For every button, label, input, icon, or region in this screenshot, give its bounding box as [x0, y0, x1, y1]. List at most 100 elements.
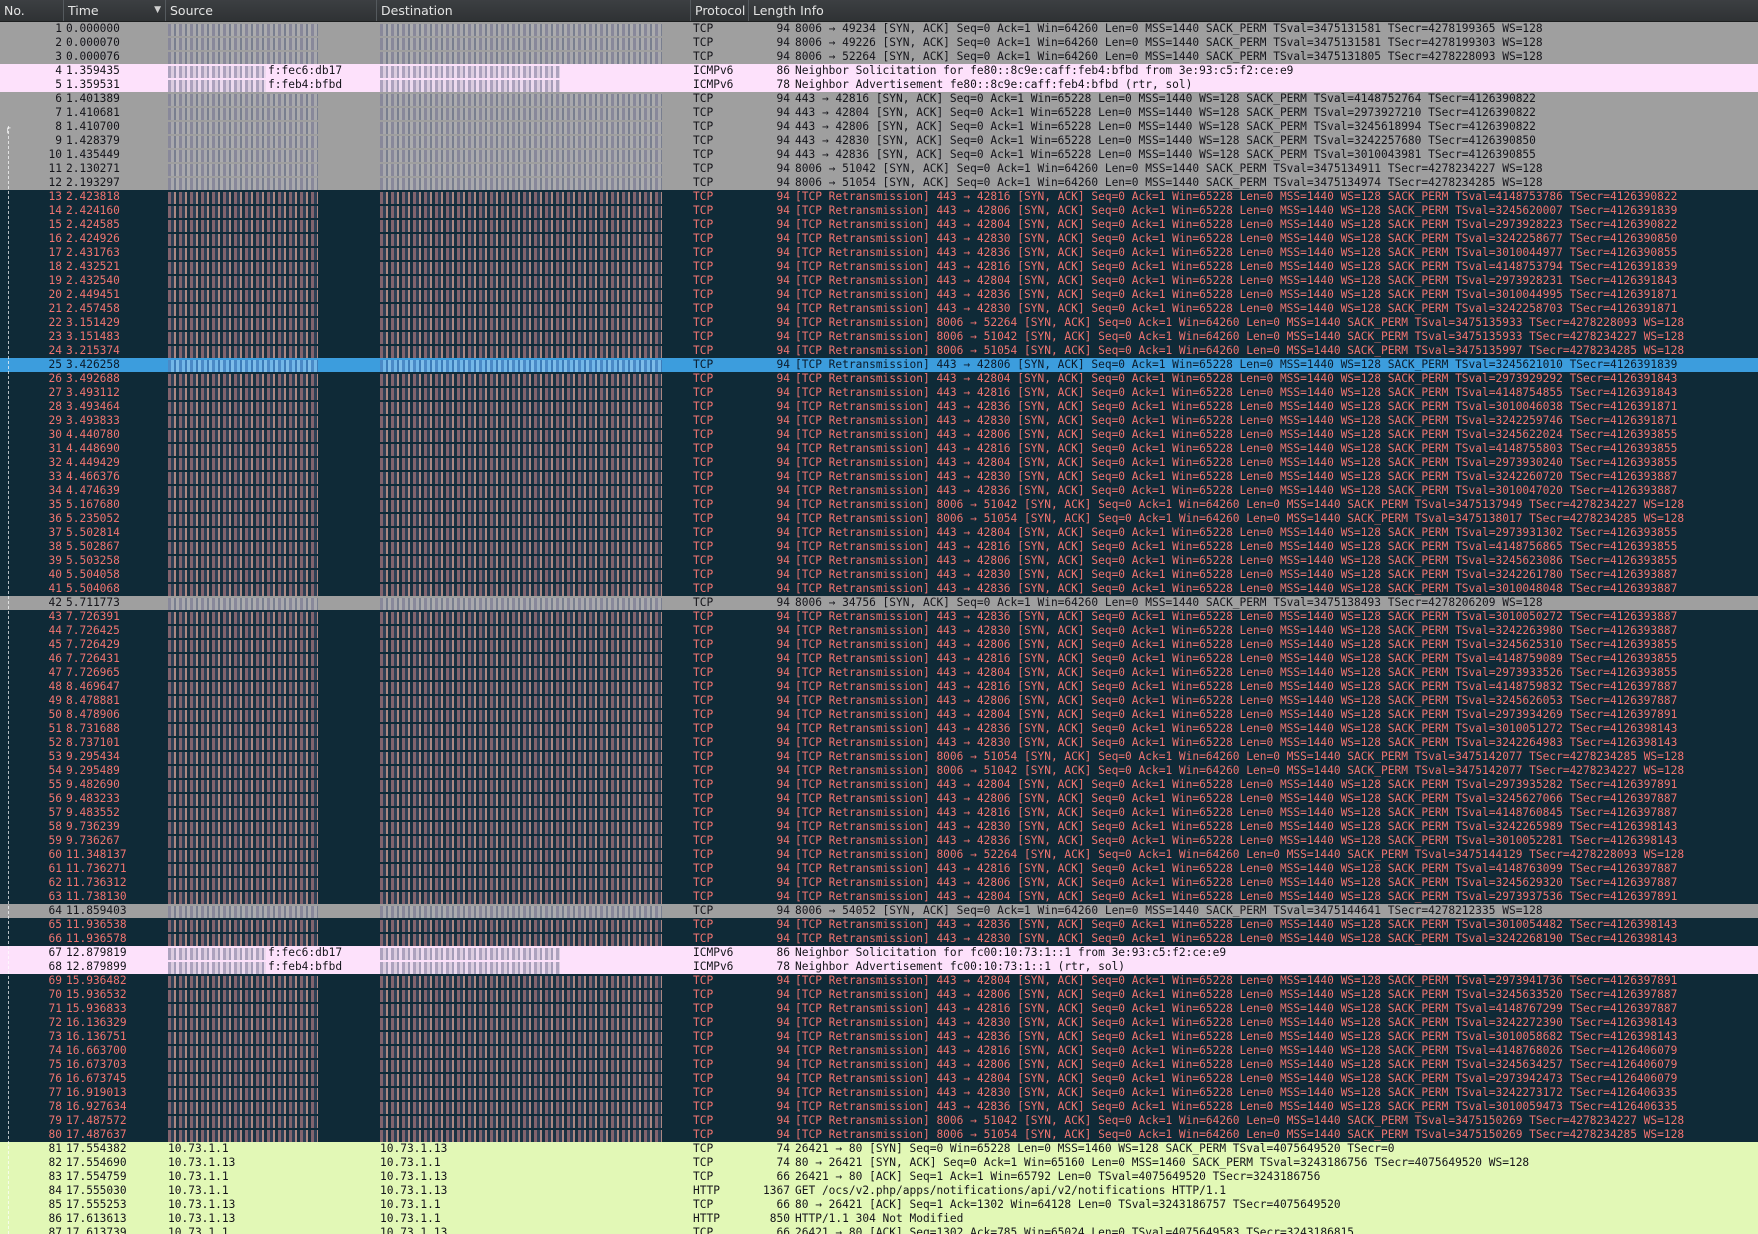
packet-row[interactable]: 15 2.424585 TCP 94 [TCP Retransmission] 443 …	[0, 218, 1758, 232]
packet-row[interactable]: 17 2.431763 TCP 94 [TCP Retransmission] 443 …	[0, 246, 1758, 260]
packet-row[interactable]: 72 16.136329 TCP 94 [TCP Retransmission] 443…	[0, 1016, 1758, 1030]
packet-row[interactable]: 11 2.130271 TCP 94 8006 → 51042 [SYN, ACK] S…	[0, 162, 1758, 176]
packet-row[interactable]: 12 2.193297 TCP 94 8006 → 51054 [SYN, ACK] S…	[0, 176, 1758, 190]
packet-row[interactable]: 69 15.936482 TCP 94 [TCP Retransmission] 443…	[0, 974, 1758, 988]
packet-row[interactable]: 29 3.493833 TCP 94 [TCP Retransmission] 443 …	[0, 414, 1758, 428]
packet-row[interactable]: 83 17.554759 10.73.1.1 10.73.1.13 TCP 66 26421…	[0, 1170, 1758, 1184]
packet-row[interactable]: 47 7.726965 TCP 94 [TCP Retransmission] 443 …	[0, 666, 1758, 680]
packet-row[interactable]: 22 3.151429 TCP 94 [TCP Retransmission] 8006…	[0, 316, 1758, 330]
packet-row[interactable]: 44 7.726425 TCP 94 [TCP Retransmission] 443 …	[0, 624, 1758, 638]
packet-row[interactable]: 87 17.613739 10.73.1.1 10.73.1.13 TCP 66 26421…	[0, 1226, 1758, 1234]
packet-row[interactable]: 74 16.663700 TCP 94 [TCP Retransmission] 443…	[0, 1044, 1758, 1058]
packet-row[interactable]: 75 16.673703 TCP 94 [TCP Retransmission] 443…	[0, 1058, 1758, 1072]
packet-row[interactable]: 56 9.483233 TCP 94 [TCP Retransmission] 443 …	[0, 792, 1758, 806]
packet-row[interactable]: 38 5.502867 TCP 94 [TCP Retransmission] 443 …	[0, 540, 1758, 554]
packet-row[interactable]: 19 2.432540 TCP 94 [TCP Retransmission] 443 …	[0, 274, 1758, 288]
packet-row[interactable]: 35 5.167680 TCP 94 [TCP Retransmission] 8006…	[0, 498, 1758, 512]
packet-row[interactable]: 43 7.726391 TCP 94 [TCP Retransmission] 443 …	[0, 610, 1758, 624]
packet-length: 66	[776, 1226, 790, 1234]
packet-row[interactable]: 84 17.555030 10.73.1.1 10.73.1.13 HTTP 1367 GE…	[0, 1184, 1758, 1198]
packet-row[interactable]: 24 3.215374 TCP 94 [TCP Retransmission] 8006…	[0, 344, 1758, 358]
redacted-address-block	[168, 290, 318, 302]
packet-row[interactable]: 52 8.737101 TCP 94 [TCP Retransmission] 443 …	[0, 736, 1758, 750]
packet-row[interactable]: 30 4.440780 TCP 94 [TCP Retransmission] 443 …	[0, 428, 1758, 442]
packet-row[interactable]: 9 1.428379 TCP 94 443 → 42830 [SYN, ACK] Seq…	[0, 134, 1758, 148]
packet-row[interactable]: 41 5.504068 TCP 94 [TCP Retransmission] 443 …	[0, 582, 1758, 596]
packet-row[interactable]: 50 8.478906 TCP 94 [TCP Retransmission] 443 …	[0, 708, 1758, 722]
packet-row[interactable]: 54 9.295489 TCP 94 [TCP Retransmission] 8006…	[0, 764, 1758, 778]
packet-row[interactable]: 68 12.879899 f:feb4:bfbd ICMPv6 78 Neighbor A…	[0, 960, 1758, 974]
packet-row[interactable]: 77 16.919013 TCP 94 [TCP Retransmission] 443…	[0, 1086, 1758, 1100]
packet-row[interactable]: 67 12.879819 f:fec6:db17 ICMPv6 86 Neighbor S…	[0, 946, 1758, 960]
column-header-no[interactable]: No.	[0, 0, 64, 21]
packet-source	[168, 862, 378, 876]
packet-row[interactable]: 36 5.235052 TCP 94 [TCP Retransmission] 8006…	[0, 512, 1758, 526]
packet-row[interactable]: 13 2.423818 TCP 94 [TCP Retransmission] 443 …	[0, 190, 1758, 204]
packet-row[interactable]: 18 2.432521 TCP 94 [TCP Retransmission] 443 …	[0, 260, 1758, 274]
packet-row[interactable]: 70 15.936532 TCP 94 [TCP Retransmission] 443…	[0, 988, 1758, 1002]
packet-row[interactable]: 48 8.469647 TCP 94 [TCP Retransmission] 443 …	[0, 680, 1758, 694]
packet-row[interactable]: 32 4.449429 TCP 94 [TCP Retransmission] 443 …	[0, 456, 1758, 470]
packet-row[interactable]: 80 17.487637 TCP 94 [TCP Retransmission] 800…	[0, 1128, 1758, 1142]
packet-row[interactable]: 66 11.936578 TCP 94 [TCP Retransmission] 443…	[0, 932, 1758, 946]
packet-row[interactable]: 60 11.348137 TCP 94 [TCP Retransmission] 800…	[0, 848, 1758, 862]
redacted-destination-block	[380, 738, 662, 750]
packet-row[interactable]: 8 1.410700 TCP 94 443 → 42806 [SYN, ACK] Seq…	[0, 120, 1758, 134]
packet-row[interactable]: 20 2.449451 TCP 94 [TCP Retransmission] 443 …	[0, 288, 1758, 302]
packet-row[interactable]: 62 11.736312 TCP 94 [TCP Retransmission] 443…	[0, 876, 1758, 890]
packet-row[interactable]: 16 2.424926 TCP 94 [TCP Retransmission] 443 …	[0, 232, 1758, 246]
packet-row[interactable]: 28 3.493464 TCP 94 [TCP Retransmission] 443 …	[0, 400, 1758, 414]
packet-row[interactable]: 58 9.736239 TCP 94 [TCP Retransmission] 443 …	[0, 820, 1758, 834]
packet-row[interactable]: 5 1.359531 f:feb4:bfbd ICMPv6 78 Neighbor Adv…	[0, 78, 1758, 92]
packet-row[interactable]: 76 16.673745 TCP 94 [TCP Retransmission] 443…	[0, 1072, 1758, 1086]
packet-row[interactable]: 39 5.503258 TCP 94 [TCP Retransmission] 443 …	[0, 554, 1758, 568]
packet-row[interactable]: 3 0.000076 TCP 94 8006 → 52264 [SYN, ACK] Se…	[0, 50, 1758, 64]
packet-row[interactable]: 57 9.483552 TCP 94 [TCP Retransmission] 443 …	[0, 806, 1758, 820]
column-header-length-info[interactable]: Length Info	[749, 0, 1758, 21]
packet-row[interactable]: 37 5.502814 TCP 94 [TCP Retransmission] 443 …	[0, 526, 1758, 540]
packet-row[interactable]: 42 5.711773 TCP 94 8006 → 34756 [SYN, ACK] S…	[0, 596, 1758, 610]
packet-row[interactable]: 31 4.448690 TCP 94 [TCP Retransmission] 443 …	[0, 442, 1758, 456]
packet-row[interactable]: 1 0.000000 TCP 94 8006 → 49234 [SYN, ACK] Se…	[0, 22, 1758, 36]
packet-info: 443 → 42806 [SYN, ACK] Seq=0 Ack=1 Win=6…	[795, 120, 1536, 133]
packet-row[interactable]: 33 4.466376 TCP 94 [TCP Retransmission] 443 …	[0, 470, 1758, 484]
packet-row[interactable]: 65 11.936538 TCP 94 [TCP Retransmission] 443…	[0, 918, 1758, 932]
packet-row[interactable]: 4 1.359435 f:fec6:db17 ICMPv6 86 Neighbor Sol…	[0, 64, 1758, 78]
packet-row[interactable]: 85 17.555253 10.73.1.13 10.73.1.1 TCP 66 80 → …	[0, 1198, 1758, 1212]
packet-row[interactable]: 81 17.554382 10.73.1.1 10.73.1.13 TCP 74 26421…	[0, 1142, 1758, 1156]
packet-row[interactable]: 45 7.726429 TCP 94 [TCP Retransmission] 443 …	[0, 638, 1758, 652]
packet-row[interactable]: 27 3.493112 TCP 94 [TCP Retransmission] 443 …	[0, 386, 1758, 400]
packet-row[interactable]: 82 17.554690 10.73.1.13 10.73.1.1 TCP 74 80 → …	[0, 1156, 1758, 1170]
packet-row[interactable]: 79 17.487572 TCP 94 [TCP Retransmission] 800…	[0, 1114, 1758, 1128]
packet-row[interactable]: 61 11.736271 TCP 94 [TCP Retransmission] 443…	[0, 862, 1758, 876]
packet-row[interactable]: 49 8.478881 TCP 94 [TCP Retransmission] 443 …	[0, 694, 1758, 708]
packet-row[interactable]: 63 11.738130 TCP 94 [TCP Retransmission] 443…	[0, 890, 1758, 904]
packet-row[interactable]: 51 8.731688 TCP 94 [TCP Retransmission] 443 …	[0, 722, 1758, 736]
packet-row[interactable]: 46 7.726431 TCP 94 [TCP Retransmission] 443 …	[0, 652, 1758, 666]
packet-row[interactable]: 73 16.136751 TCP 94 [TCP Retransmission] 443…	[0, 1030, 1758, 1044]
packet-row[interactable]: 34 4.474639 TCP 94 [TCP Retransmission] 443 …	[0, 484, 1758, 498]
column-header-destination[interactable]: Destination	[377, 0, 691, 21]
packet-row[interactable]: 64 11.859403 TCP 94 8006 → 54052 [SYN, ACK] …	[0, 904, 1758, 918]
packet-number: 33	[48, 470, 62, 483]
packet-row[interactable]: 25 3.426258 TCP 94 [TCP Retransmission] 443 …	[0, 358, 1758, 372]
packet-row[interactable]: 78 16.927634 TCP 94 [TCP Retransmission] 443…	[0, 1100, 1758, 1114]
packet-row[interactable]: 26 3.492688 TCP 94 [TCP Retransmission] 443 …	[0, 372, 1758, 386]
packet-row[interactable]: 23 3.151483 TCP 94 [TCP Retransmission] 8006…	[0, 330, 1758, 344]
packet-row[interactable]: 59 9.736267 TCP 94 [TCP Retransmission] 443 …	[0, 834, 1758, 848]
packet-row[interactable]: 14 2.424160 TCP 94 [TCP Retransmission] 443 …	[0, 204, 1758, 218]
packet-row[interactable]: 21 2.457458 TCP 94 [TCP Retransmission] 443 …	[0, 302, 1758, 316]
packet-row[interactable]: 40 5.504058 TCP 94 [TCP Retransmission] 443 …	[0, 568, 1758, 582]
packet-info: [TCP Retransmission] 443 → 42836 [SYN, A…	[795, 246, 1678, 259]
packet-row[interactable]: 71 15.936833 TCP 94 [TCP Retransmission] 443…	[0, 1002, 1758, 1016]
packet-row[interactable]: 7 1.410681 TCP 94 443 → 42804 [SYN, ACK] Seq…	[0, 106, 1758, 120]
column-header-protocol[interactable]: Protocol	[691, 0, 749, 21]
column-header-source[interactable]: Source	[166, 0, 377, 21]
packet-row[interactable]: 10 1.435449 TCP 94 443 → 42836 [SYN, ACK] Se…	[0, 148, 1758, 162]
packet-row[interactable]: 55 9.482690 TCP 94 [TCP Retransmission] 443 …	[0, 778, 1758, 792]
column-header-time[interactable]: Time ▼	[64, 0, 166, 21]
packet-row[interactable]: 86 17.613613 10.73.1.13 10.73.1.1 HTTP 850 HTT…	[0, 1212, 1758, 1226]
packet-row[interactable]: 6 1.401389 TCP 94 443 → 42816 [SYN, ACK] Seq…	[0, 92, 1758, 106]
packet-row[interactable]: 53 9.295434 TCP 94 [TCP Retransmission] 8006…	[0, 750, 1758, 764]
packet-row[interactable]: 2 0.000070 TCP 94 8006 → 49226 [SYN, ACK] Se…	[0, 36, 1758, 50]
